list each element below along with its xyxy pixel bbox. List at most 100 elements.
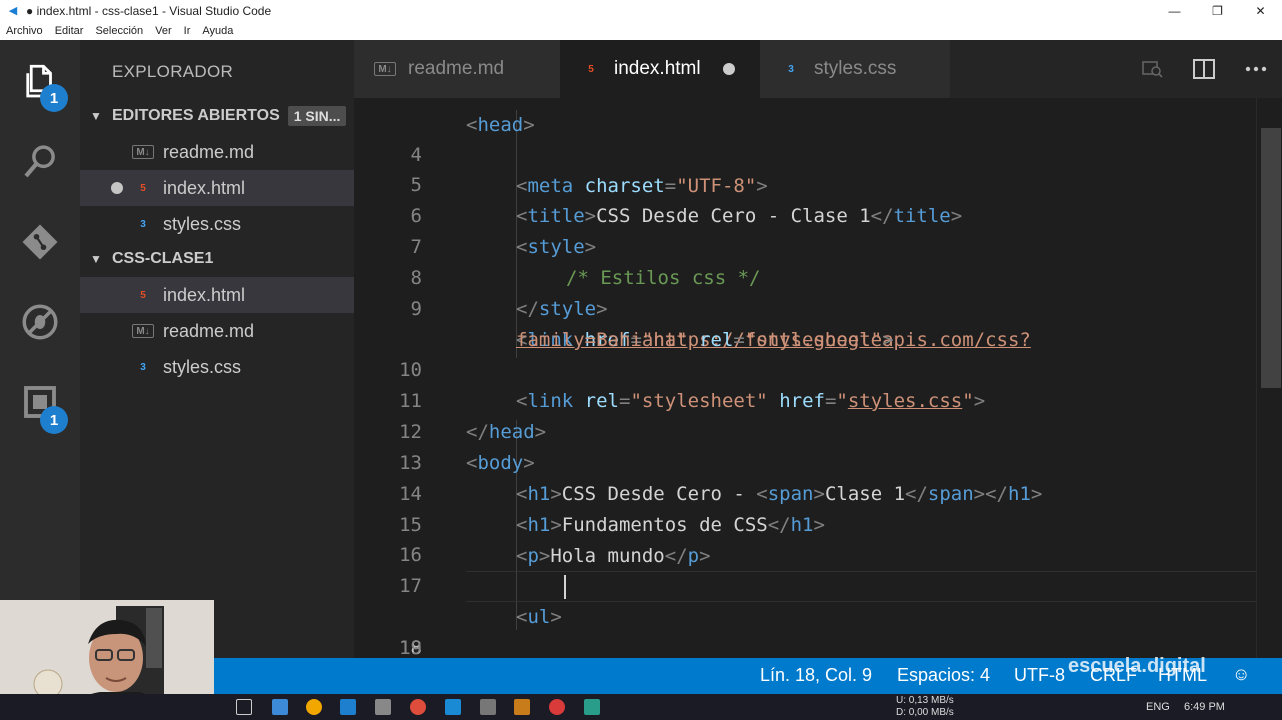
smiley-icon[interactable]: ☺ [1232, 664, 1250, 685]
minimize-button[interactable]: — [1153, 0, 1196, 22]
search-activity[interactable] [0, 122, 80, 202]
net-download: D: 0,00 MB/s [896, 707, 954, 718]
menu-archivo[interactable]: Archivo [0, 25, 49, 37]
app-icon[interactable] [445, 699, 461, 715]
close-button[interactable]: ✕ [1239, 0, 1282, 22]
preview-search-icon [1142, 61, 1163, 78]
code-line: 9 <link href="https://fonts.googleapis.c… [354, 263, 1264, 351]
record-icon[interactable] [549, 699, 565, 715]
project-label: CSS-CLASE1 [112, 250, 214, 267]
project-folder-header[interactable]: ▼ CSS-CLASE1 [80, 241, 354, 277]
window-title: ● index.html - css-clase1 - Visual Studi… [26, 4, 272, 18]
sidebar-title: EXPLORADOR [112, 62, 234, 81]
open-editors-label: EDITORES ABIERTOS [112, 107, 280, 124]
file-label: index.html [163, 284, 246, 305]
menu-ver[interactable]: Ver [149, 25, 178, 37]
menu-seleccion[interactable]: Selección [89, 25, 149, 37]
debug-activity[interactable] [0, 282, 80, 362]
tab-actions [1126, 40, 1282, 98]
app-icon[interactable] [272, 699, 288, 715]
app-icon[interactable] [306, 699, 322, 715]
explorer-activity[interactable]: 1 [0, 42, 80, 122]
cursor-position[interactable]: Lín. 18, Col. 9 [760, 665, 872, 686]
project-file-index[interactable]: 5 index.html [80, 277, 354, 313]
tab-label: index.html [614, 58, 701, 79]
code-editor[interactable]: <head> 4 <meta charset="UTF-8"> 5 <title… [354, 98, 1282, 658]
html5-file-icon: 5 [588, 63, 594, 75]
markdown-file-icon: M↓ [132, 324, 154, 338]
tab-styles[interactable]: 3 styles.css [760, 40, 950, 98]
text-cursor [564, 575, 566, 599]
code-line: 14 <h1>Fundamentos de CSS</h1> [354, 448, 1264, 536]
activity-bar: 1 1 [0, 40, 80, 658]
open-editor-index[interactable]: 5 index.html [80, 170, 354, 206]
explorer-badge: 1 [40, 84, 68, 112]
app-icon[interactable] [584, 699, 600, 715]
markdown-file-icon: M↓ [374, 62, 396, 76]
taskview-icon[interactable] [236, 699, 252, 715]
chevron-down-icon: ▼ [90, 252, 102, 266]
code-line: 11 </head> [354, 355, 1264, 443]
open-editors-header[interactable]: ▼ EDITORES ABIERTOS 1 SIN... [80, 98, 354, 134]
debug-icon [22, 304, 58, 340]
tab-label: styles.css [814, 58, 897, 79]
project-file-styles[interactable]: 3 styles.css [80, 349, 354, 385]
clock[interactable]: 6:49 PM [1184, 701, 1225, 713]
unsaved-dot-icon [111, 182, 123, 194]
extensions-badge: 1 [40, 406, 68, 434]
chrome-icon[interactable] [410, 699, 426, 715]
vscode-icon: ◀ [8, 5, 18, 17]
code-line-wrapped: family=Bahiana" rel="stylesheet"> [354, 294, 1264, 351]
keyboard-language[interactable]: ENG [1146, 701, 1170, 713]
open-preview-button[interactable] [1126, 57, 1178, 81]
menu-editar[interactable]: Editar [49, 25, 90, 37]
split-editor-icon [1193, 59, 1215, 79]
encoding[interactable]: UTF-8 [1014, 665, 1065, 686]
tab-label: readme.md [408, 58, 505, 79]
code-line: 19 </ul> [354, 602, 1264, 658]
open-editor-styles[interactable]: 3 styles.css [80, 206, 354, 242]
code-line: 10 <link rel="stylesheet" href="styles.c… [354, 324, 1264, 412]
file-label: styles.css [163, 213, 242, 234]
html5-file-icon: 5 [140, 289, 146, 301]
css3-file-icon: 3 [140, 218, 146, 230]
code-line: 8 </style> [354, 232, 1264, 320]
code-line: 5 <title>CSS Desde Cero - Clase 1</title… [354, 139, 1264, 227]
code-line: 13 <h1>CSS Desde Cero - <span>Clase 1</s… [354, 417, 1264, 505]
code-line: 7 /* Estilos css */ [354, 201, 1264, 289]
indentation[interactable]: Espacios: 4 [897, 665, 990, 686]
menu-ayuda[interactable]: Ayuda [196, 25, 239, 37]
code-line: 16 [354, 509, 1264, 566]
project-file-readme[interactable]: M↓ readme.md [80, 313, 354, 349]
code-line: 12 <body> [354, 386, 1264, 474]
current-line-highlight [466, 571, 1266, 602]
split-editor-button[interactable] [1178, 57, 1230, 81]
scrollbar-thumb[interactable] [1261, 128, 1281, 388]
window-controls: — ❐ ✕ [1153, 0, 1282, 22]
maximize-button[interactable]: ❐ [1196, 0, 1239, 22]
html5-file-icon: 5 [140, 182, 146, 194]
search-icon [24, 145, 55, 178]
tab-index[interactable]: 5 index.html [560, 40, 760, 98]
unsaved-count-badge: 1 SIN... [287, 106, 347, 126]
menu-ir[interactable]: Ir [178, 25, 197, 37]
bridge-icon[interactable] [514, 699, 530, 715]
unsaved-dot-icon[interactable] [722, 63, 735, 75]
more-actions-button[interactable] [1230, 57, 1282, 81]
code-line: 17 <ul> [354, 540, 1264, 628]
extensions-activity[interactable]: 1 [0, 362, 80, 442]
css3-file-icon: 3 [140, 361, 146, 373]
open-editor-readme[interactable]: M↓ readme.md [80, 134, 354, 170]
net-upload: U: 0,13 MB/s [896, 695, 954, 706]
ellipsis-icon [1245, 66, 1267, 72]
camera-icon[interactable] [375, 699, 391, 715]
app-icon[interactable] [480, 699, 496, 715]
source-control-activity[interactable] [0, 202, 80, 282]
editor-scrollbar[interactable] [1256, 98, 1282, 658]
file-label: index.html [163, 177, 246, 198]
current-line: 18 [354, 571, 1266, 658]
vscode-taskbar-icon[interactable] [340, 699, 356, 715]
tab-readme[interactable]: M↓ readme.md [354, 40, 560, 98]
title-bar: ◀ ● index.html - css-clase1 - Visual Stu… [0, 0, 1282, 22]
css3-file-icon: 3 [788, 63, 794, 75]
